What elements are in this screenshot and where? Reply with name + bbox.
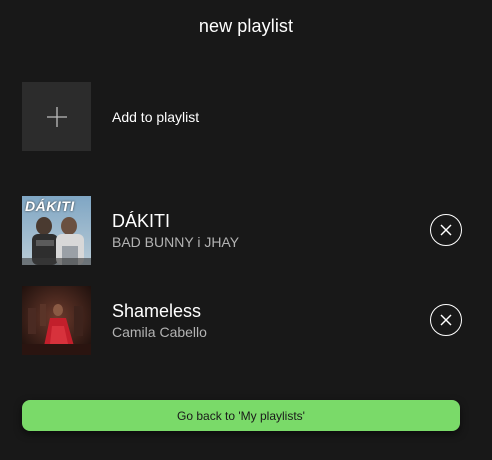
add-to-playlist-label[interactable]: Add to playlist — [112, 109, 199, 125]
album-cover-dakiti: DÁKITI — [22, 196, 91, 265]
remove-track-button[interactable] — [430, 214, 462, 246]
album-cover-shameless — [22, 286, 91, 355]
close-icon — [440, 314, 452, 326]
track-title: DÁKITI — [112, 210, 171, 231]
album-cover-text: DÁKITI — [25, 198, 75, 214]
add-tile[interactable] — [22, 82, 91, 151]
close-icon — [440, 224, 452, 236]
remove-track-button[interactable] — [430, 304, 462, 336]
plus-icon — [46, 106, 67, 127]
track-item-dakiti: DÁKITI DÁKITI BAD BUNNY i JHAY — [22, 196, 472, 265]
album-cover-art — [22, 286, 91, 355]
track-item-shameless: Shameless Camila Cabello — [22, 286, 472, 355]
playlist-editor: new playlist Add to playlist DÁKITI DÁKI… — [0, 0, 492, 460]
track-meta: DÁKITI BAD BUNNY i JHAY — [112, 210, 239, 252]
back-to-playlists-button[interactable]: Go back to 'My playlists' — [22, 400, 460, 431]
add-to-playlist-row[interactable]: Add to playlist — [22, 82, 472, 151]
track-title: Shameless — [112, 300, 202, 321]
page-title: new playlist — [198, 16, 294, 36]
track-artist: BAD BUNNY i JHAY — [112, 233, 240, 250]
track-artist: Camila Cabello — [112, 323, 207, 340]
track-meta: Shameless Camila Cabello — [112, 300, 207, 342]
